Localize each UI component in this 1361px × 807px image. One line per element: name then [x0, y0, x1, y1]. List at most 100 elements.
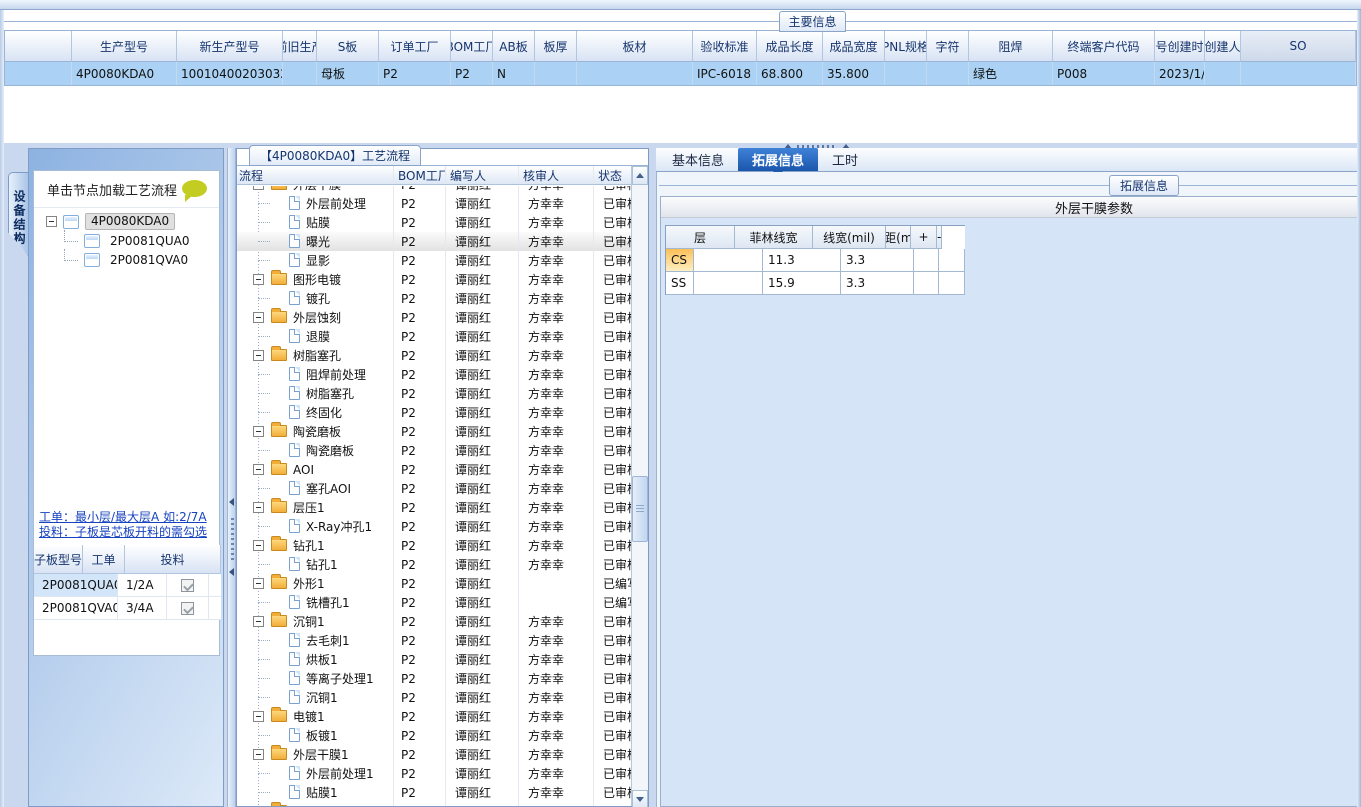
process-row[interactable]: 贴膜1 P2 谭丽红 方幸幸 已审核	[237, 783, 631, 802]
process-name-cell[interactable]: 图形电镀	[237, 270, 393, 289]
param-line-width-cell[interactable]: 11.3	[763, 249, 841, 272]
main-info-column-header[interactable]: 验收标准	[693, 31, 757, 62]
main-info-cell[interactable]	[5, 62, 72, 85]
main-info-cell[interactable]: P008	[1053, 62, 1155, 85]
main-info-cell[interactable]	[283, 62, 317, 85]
param-spacing-cell[interactable]: 3.3	[841, 272, 914, 295]
process-name-label[interactable]: 外层蚀刻	[293, 308, 341, 327]
process-name-label[interactable]: 外层干膜	[293, 186, 341, 194]
param-layer-cell[interactable]: SS	[666, 272, 694, 295]
process-name-cell[interactable]: 烘板1	[237, 650, 393, 669]
process-name-label[interactable]: 显影	[306, 251, 330, 270]
collapse-icon[interactable]	[253, 540, 264, 551]
process-name-label[interactable]: 板镀1	[306, 726, 338, 745]
process-row[interactable]: 去毛刺1 P2 谭丽红 方幸幸 已审核	[237, 631, 631, 650]
main-info-cell[interactable]: P2	[451, 62, 493, 85]
param-column-header[interactable]: -	[937, 226, 943, 249]
process-row[interactable]: 外层前处理 P2 谭丽红 方幸幸 已审核	[237, 194, 631, 213]
column-header-status[interactable]: 状态	[593, 166, 631, 184]
process-name-cell[interactable]: 外层干膜	[237, 186, 393, 194]
collapse-icon[interactable]	[253, 578, 264, 589]
process-row[interactable]: X-Ray冲孔1 P2 谭丽红 方幸幸 已审核	[237, 517, 631, 536]
splitter-collapse-icon[interactable]	[229, 498, 234, 506]
process-name-cell[interactable]: 电镀1	[237, 707, 393, 726]
process-name-label[interactable]: 树脂塞孔	[293, 346, 341, 365]
main-info-column-header[interactable]: PNL规格	[885, 31, 927, 62]
process-row[interactable]: 显影 P2 谭丽红 方幸幸 已审核	[237, 251, 631, 270]
main-info-cell[interactable]: 35.800	[823, 62, 885, 85]
main-info-cell[interactable]	[577, 62, 693, 85]
process-name-label[interactable]: 外层前处理1	[306, 764, 374, 783]
process-name-cell[interactable]: AOI	[237, 460, 393, 479]
tree-child-label[interactable]: 2P0081QVA0	[106, 253, 192, 267]
main-info-column-header[interactable]: 成品长度	[757, 31, 823, 62]
process-name-label[interactable]: 终固化	[306, 403, 342, 422]
process-name-cell[interactable]: 树脂塞孔	[237, 346, 393, 365]
collapse-icon[interactable]	[253, 464, 264, 475]
main-info-cell[interactable]: 2023/1/28	[1155, 62, 1205, 85]
process-name-cell[interactable]: 外层蚀刻	[237, 308, 393, 327]
main-info-cell[interactable]: 4P0080KDA0	[72, 62, 177, 85]
process-name-label[interactable]: 钻孔1	[293, 536, 325, 555]
process-name-cell[interactable]: 终固化	[237, 403, 393, 422]
main-info-cell[interactable]	[1205, 62, 1241, 85]
main-info-grid-row[interactable]: 4P0080KDA0 10010400203032 母板 P2 P2 N IPC…	[5, 62, 1356, 85]
process-row[interactable]: 沉铜1 P2 谭丽红 方幸幸 已审核	[237, 612, 631, 631]
main-info-column-header[interactable]: 新生产型号	[177, 31, 283, 62]
main-info-column-header[interactable]: 订单工厂	[379, 31, 451, 62]
column-header-reviewer[interactable]: 核审人	[518, 166, 593, 184]
tree-root-label[interactable]: 4P0080KDA0	[85, 213, 176, 230]
collapse-icon[interactable]	[253, 426, 264, 437]
process-name-cell[interactable]: 树脂塞孔	[237, 384, 393, 403]
process-name-cell[interactable]: 陶瓷磨板	[237, 441, 393, 460]
param-column-header[interactable]: +	[911, 226, 937, 249]
collapse-icon[interactable]	[253, 350, 264, 361]
main-info-cell[interactable]	[885, 62, 927, 85]
main-info-cell[interactable]: N	[493, 62, 535, 85]
main-info-column-header[interactable]: AB板	[493, 31, 535, 62]
process-row[interactable]: 外层蚀刻 P2 谭丽红 方幸幸 已审核	[237, 308, 631, 327]
main-info-column-header[interactable]: 字符	[927, 31, 969, 62]
main-info-cell[interactable]: IPC-6018 Ⅱ级	[693, 62, 757, 85]
process-row[interactable]: 外层干膜1 P2 谭丽红 方幸幸 已审核	[237, 745, 631, 764]
process-row[interactable]: 镀孔 P2 谭丽红 方幸幸 已审核	[237, 289, 631, 308]
process-row[interactable]: 板镀1 P2 谭丽红 方幸幸 已审核	[237, 726, 631, 745]
param-column-header[interactable]: 菲林线宽	[735, 226, 813, 249]
scrollbar-thumb[interactable]	[632, 476, 648, 542]
process-name-cell[interactable]: 等离子处理1	[237, 669, 393, 688]
main-info-cell[interactable]: 母板	[317, 62, 379, 85]
process-name-label[interactable]: 镀孔	[306, 289, 330, 308]
subboard-column-header[interactable]: 子板型号	[34, 545, 83, 574]
main-info-cell[interactable]	[535, 62, 577, 85]
subboard-model-cell[interactable]: 2P0081QVA0	[34, 597, 118, 620]
subboard-row[interactable]: 2P0081QUA0 1/2A	[34, 574, 221, 597]
process-row[interactable]: 沉铜1 P2 谭丽红 方幸幸 已审核	[237, 688, 631, 707]
process-name-label[interactable]: 贴膜	[306, 213, 330, 232]
main-info-column-header[interactable]: SO	[1241, 31, 1355, 62]
param-line-width-cell[interactable]: 15.9	[763, 272, 841, 295]
tab-equipment-structure[interactable]: 设备结构	[8, 172, 28, 256]
process-name-label[interactable]: 退膜	[306, 327, 330, 346]
process-name-label[interactable]: 阻焊前处理	[306, 365, 366, 384]
process-name-cell[interactable]	[237, 802, 393, 806]
column-header-flow[interactable]: 流程	[237, 166, 393, 184]
process-name-cell[interactable]: 贴膜	[237, 213, 393, 232]
process-row[interactable]: 外层干膜 P2 谭丽红 方幸幸 已审核	[237, 186, 631, 194]
process-name-label[interactable]: 外层干膜1	[293, 745, 349, 764]
process-name-label[interactable]: 曝光	[306, 232, 330, 251]
process-row[interactable]: 树脂塞孔 P2 谭丽红 方幸幸 已审核	[237, 346, 631, 365]
main-info-cell[interactable]	[927, 62, 969, 85]
process-name-label[interactable]: 贴膜1	[306, 783, 338, 802]
process-name-label[interactable]: 外层前处理	[306, 194, 366, 213]
process-name-label[interactable]: 烘板1	[306, 650, 338, 669]
feed-checkbox[interactable]	[181, 578, 194, 592]
feed-checkbox[interactable]	[181, 601, 194, 615]
main-info-column-header[interactable]: 生产型号	[72, 31, 177, 62]
subboard-order-cell[interactable]: 1/2A	[118, 574, 167, 597]
main-info-column-header[interactable]: 升级前旧生产型号	[283, 31, 317, 62]
subboard-model-cell[interactable]: 2P0081QUA0	[34, 574, 118, 597]
process-name-cell[interactable]: 外层前处理1	[237, 764, 393, 783]
main-info-column-header[interactable]	[5, 31, 72, 62]
process-name-cell[interactable]: 铣槽孔1	[237, 593, 393, 612]
process-name-cell[interactable]: 阻焊前处理	[237, 365, 393, 384]
